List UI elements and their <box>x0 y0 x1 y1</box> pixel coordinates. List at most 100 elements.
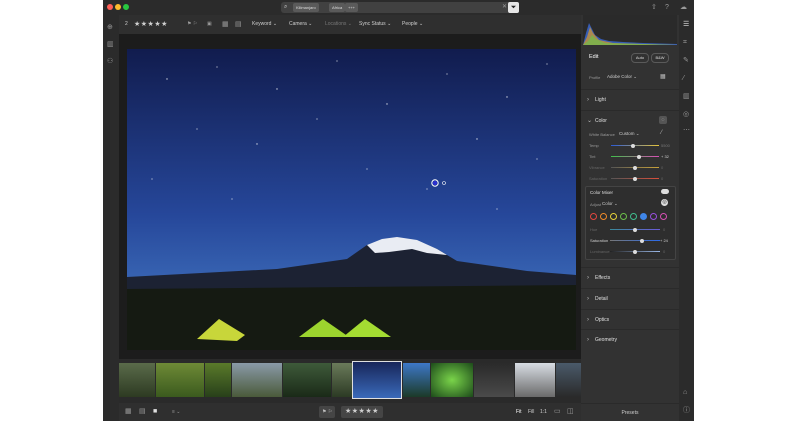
thumbnail[interactable] <box>332 363 352 397</box>
tint-value[interactable]: + 32 <box>661 154 669 159</box>
search-token-2[interactable]: Africa <box>329 3 346 12</box>
profile-dropdown[interactable]: Adobe Color ⌄ <box>607 74 637 80</box>
people-filter[interactable]: People ⌄ <box>402 15 423 34</box>
temp-value[interactable]: 5500 <box>661 143 670 148</box>
camera-filter[interactable]: Camera ⌄ <box>289 15 312 34</box>
thumbnail[interactable] <box>232 363 282 397</box>
color-swatch[interactable] <box>600 213 607 220</box>
tint-slider-knob[interactable] <box>637 154 641 159</box>
cloud-sync-icon[interactable]: ⇧ <box>651 2 657 13</box>
keyword-filter[interactable]: Keyword ⌄ <box>252 15 277 34</box>
bw-button[interactable]: B&W <box>651 53 669 63</box>
thumbnail[interactable] <box>156 363 204 397</box>
mixer-saturation-knob[interactable] <box>640 238 644 243</box>
edit-sliders-icon[interactable]: ☰ <box>683 21 689 29</box>
flag-picker[interactable]: ⚑ ⚐ <box>319 406 336 418</box>
main-photo[interactable] <box>127 49 576 350</box>
tag-icon[interactable]: ⌂ <box>683 389 687 397</box>
radial-gradient-icon[interactable]: ◎ <box>683 111 689 119</box>
sync-status-filter[interactable]: Sync Status ⌄ <box>359 15 391 34</box>
section-optics[interactable]: › Optics <box>581 309 679 330</box>
people-icon[interactable]: ⚇ <box>107 58 113 66</box>
thumbnail[interactable] <box>515 363 555 397</box>
mixer-saturation-value[interactable]: + 24 <box>660 238 668 243</box>
color-swatch[interactable] <box>650 213 657 220</box>
thumbnail[interactable] <box>119 363 155 397</box>
thumbnail[interactable] <box>205 363 231 397</box>
mask-view-icon[interactable]: ◌ <box>659 116 667 124</box>
section-effects[interactable]: › Effects <box>581 267 679 288</box>
list-view-icon[interactable]: ▤ <box>235 15 242 34</box>
section-geometry[interactable]: › Geometry <box>581 329 679 350</box>
locations-filter[interactable]: Locations ⌄ <box>325 15 352 34</box>
library-icon[interactable]: ▥ <box>107 41 114 49</box>
white-balance-eyedropper-icon[interactable]: ⁄ <box>661 130 662 136</box>
filter-icon[interactable]: ⏷ <box>508 2 519 13</box>
profile-browser-icon[interactable]: ▦ <box>660 73 666 80</box>
color-swatch[interactable] <box>660 213 667 220</box>
zoom-1-1[interactable]: 1:1 <box>540 403 547 421</box>
mixer-saturation-slider[interactable] <box>610 238 660 243</box>
mixer-hue-knob[interactable] <box>633 227 637 232</box>
color-swatch[interactable] <box>620 213 627 220</box>
color-swatch[interactable] <box>590 213 597 220</box>
color-mixer-toggle[interactable] <box>661 189 669 194</box>
search-token-1[interactable]: Kilimanjaro <box>293 3 319 12</box>
white-balance-dropdown[interactable]: Custom ⌄ <box>619 131 640 137</box>
saturation-value[interactable]: 0 <box>661 176 663 181</box>
search-bar[interactable]: ⌕ Kilimanjaro Africa +++ ✕ <box>281 2 513 13</box>
brush-icon[interactable]: ⁄ <box>683 75 684 83</box>
cloud-icon[interactable]: ☁ <box>680 2 687 13</box>
close-window-button[interactable] <box>107 4 113 10</box>
before-after-icon[interactable]: ◫ <box>567 403 574 421</box>
linear-gradient-icon[interactable]: ▥ <box>683 93 690 101</box>
temp-slider[interactable] <box>611 143 659 148</box>
temp-slider-knob[interactable] <box>631 143 635 148</box>
grid-view-icon[interactable]: ▦ <box>222 15 229 34</box>
photo-grid-icon[interactable]: ▤ <box>139 403 146 421</box>
search-token-3[interactable]: +++ <box>345 3 359 12</box>
presets-button[interactable]: Presets <box>581 403 679 421</box>
star-rating[interactable]: ★★★★★ <box>341 406 383 418</box>
thumbnail-selected[interactable] <box>352 361 402 399</box>
section-detail[interactable]: › Detail <box>581 288 679 309</box>
mixer-hue-slider[interactable] <box>610 227 660 232</box>
zoom-fit[interactable]: Fit <box>516 403 522 421</box>
thumbnail[interactable] <box>403 363 430 397</box>
section-light[interactable]: › Light <box>581 89 679 110</box>
color-swatch[interactable] <box>610 213 617 220</box>
more-icon[interactable]: ⋯ <box>683 127 690 135</box>
mixer-hue-value[interactable]: 0 <box>663 227 665 232</box>
rating-filter[interactable]: ★★★★★ <box>134 15 168 34</box>
minimize-window-button[interactable] <box>115 4 121 10</box>
zoom-window-button[interactable] <box>123 4 129 10</box>
flag-filter-icon[interactable]: ⚑ ⚐ <box>187 15 197 34</box>
targeted-adjust-icon[interactable]: ◎ <box>661 199 668 206</box>
saturation-slider[interactable] <box>611 176 659 181</box>
mixer-luminance-slider[interactable] <box>610 249 660 254</box>
thumbnail[interactable] <box>431 363 473 397</box>
saturation-slider-knob[interactable] <box>633 176 637 181</box>
media-type-icon[interactable]: ▣ <box>207 15 212 34</box>
compare-icon[interactable]: ▭ <box>554 403 561 421</box>
help-icon[interactable]: ? <box>665 2 669 13</box>
add-photos-icon[interactable]: ⊕ <box>107 24 113 32</box>
chevron-down-icon[interactable]: ⌄ <box>587 111 592 131</box>
color-swatch[interactable] <box>640 213 647 220</box>
square-grid-icon[interactable]: ▦ <box>125 403 132 421</box>
adjust-dropdown[interactable]: Color ⌄ <box>602 201 618 207</box>
healing-brush-icon[interactable]: ✎ <box>683 57 689 65</box>
info-icon[interactable]: ⓘ <box>683 407 690 415</box>
thumbnail[interactable] <box>283 363 331 397</box>
auto-button[interactable]: Auto <box>631 53 649 63</box>
vibrance-slider-knob[interactable] <box>633 165 637 170</box>
sort-icon[interactable]: ≡ ⌄ <box>172 403 181 421</box>
mixer-luminance-value[interactable]: 0 <box>663 249 665 254</box>
crop-icon[interactable]: ⌗ <box>683 39 687 47</box>
thumbnail[interactable] <box>474 363 514 397</box>
clear-search-icon[interactable]: ✕ <box>502 2 507 13</box>
vibrance-slider[interactable] <box>611 165 659 170</box>
thumbnail[interactable] <box>556 363 581 397</box>
vibrance-value[interactable]: 0 <box>661 165 663 170</box>
mixer-luminance-knob[interactable] <box>633 249 637 254</box>
